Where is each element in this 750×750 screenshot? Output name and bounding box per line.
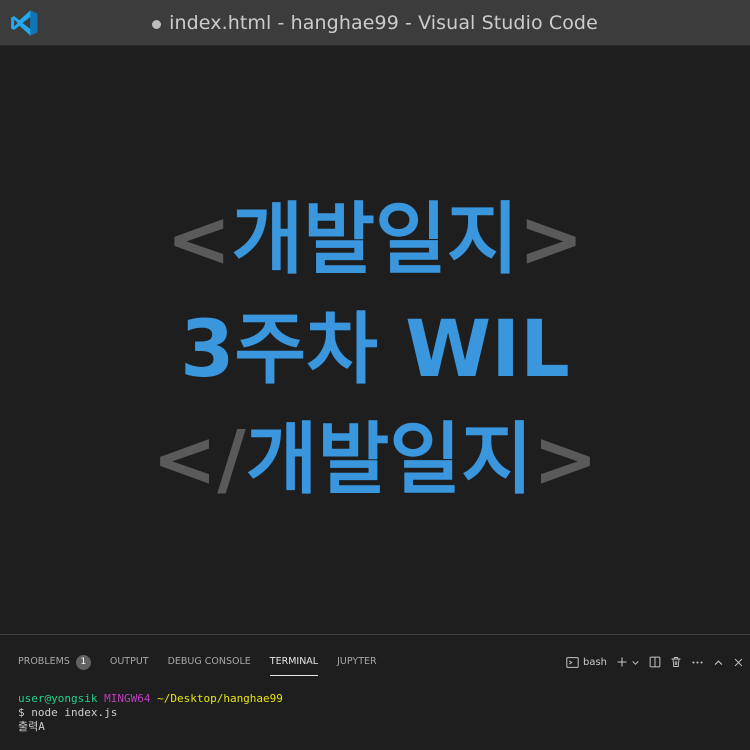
tab-problems-label: PROBLEMS [18,656,70,667]
panel-tabs: PROBLEMS 1 OUTPUT DEBUG CONSOLE TERMINAL… [18,649,396,676]
ellipsis-icon [692,660,703,664]
terminal-output-line: 출력A [18,720,45,733]
trash-icon [671,657,681,667]
terminal-icon [566,656,579,668]
editor-area[interactable]: <개발일지> 3주차 WIL </개발일지> [0,46,750,634]
terminal-output[interactable]: user@yongsik MINGW64 ~/Desktop/hanghae99… [18,692,283,734]
chevron-down-icon[interactable] [631,658,640,667]
close-icon [734,658,743,666]
new-terminal-button[interactable] [616,649,640,675]
open-bracket: < [166,195,232,285]
maximize-panel-button[interactable] [713,649,724,675]
headline-title: 3주차 WIL [180,305,570,395]
tab-output-label: OUTPUT [109,656,149,667]
terminal-prompt-path: ~/Desktop/hanghae99 [157,692,283,705]
problems-count-badge: 1 [75,654,91,670]
terminal-prompt-host: MINGW64 [104,692,151,705]
tab-terminal-label: TERMINAL [269,656,319,667]
tab-debug-console[interactable]: DEBUG CONSOLE [168,649,251,675]
vscode-window: index.html - hanghae99 - Visual Studio C… [0,0,750,750]
close-panel-button[interactable] [733,649,744,675]
title-bar[interactable]: index.html - hanghae99 - Visual Studio C… [0,0,750,46]
terminal-prompt-line: user@yongsik MINGW64 ~/Desktop/hanghae99 [18,692,283,705]
more-actions-button[interactable] [691,649,704,675]
tab-output[interactable]: OUTPUT [110,649,149,675]
headline-line-3: </개발일지> [0,421,750,499]
tab-debug-console-label: DEBUG CONSOLE [167,656,251,667]
plus-icon [617,657,627,667]
headline-line-1: <개발일지> [0,201,750,279]
panel-actions: bash [557,649,744,675]
window-title-area: index.html - hanghae99 - Visual Studio C… [0,0,750,46]
tab-jupyter-label: JUPYTER [337,656,377,667]
terminal-prompt-user: user@yongsik [18,692,98,705]
tab-problems[interactable]: PROBLEMS 1 [18,649,91,675]
split-terminal-button[interactable] [649,649,661,675]
closing-open-bracket: </ [151,415,246,505]
window-title: index.html - hanghae99 - Visual Studio C… [169,12,598,34]
terminal-command-line: $ node index.js [18,706,118,719]
terminal-shell-selector[interactable]: bash [566,649,607,675]
headline-closing-tag-name: 개발일지 [245,415,533,505]
tab-terminal[interactable]: TERMINAL [269,649,319,676]
closing-close-bracket: > [532,415,599,505]
headline-line-2: 3주차 WIL [0,311,750,389]
chevron-up-icon [714,659,723,665]
unsaved-dot-icon [152,19,162,29]
bottom-panel: PROBLEMS 1 OUTPUT DEBUG CONSOLE TERMINAL… [0,634,750,750]
tab-jupyter[interactable]: JUPYTER [337,649,376,675]
headline-tag-name: 개발일지 [231,195,519,285]
kill-terminal-button[interactable] [670,649,682,675]
close-bracket: > [518,195,584,285]
terminal-shell-label: bash [582,656,607,668]
split-icon [649,656,661,668]
